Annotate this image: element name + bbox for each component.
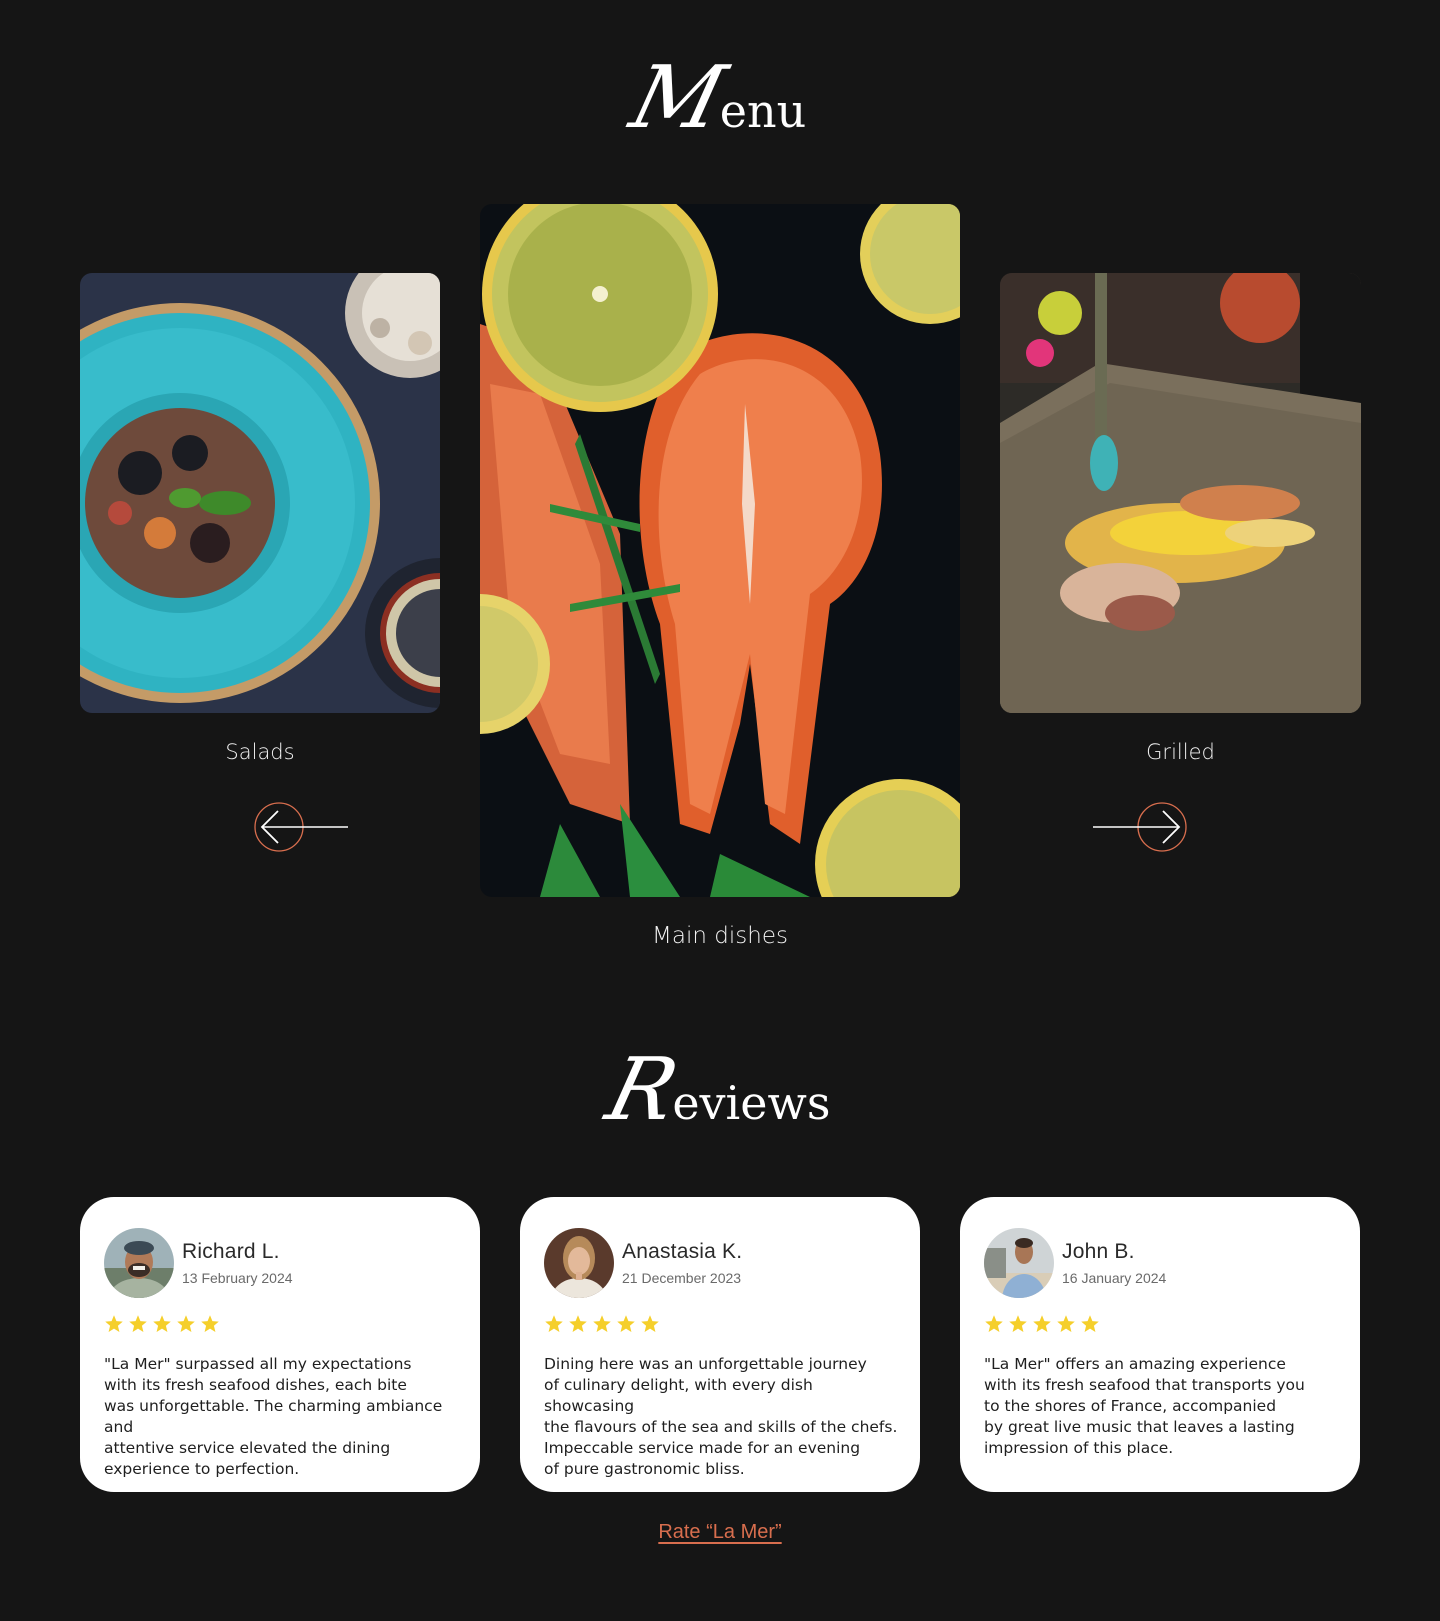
menu-photo-grilled[interactable] bbox=[1000, 273, 1361, 713]
reviewer-photo bbox=[544, 1228, 614, 1298]
carousel-prev-button[interactable] bbox=[252, 800, 350, 854]
menu-photo-salads[interactable] bbox=[80, 273, 440, 713]
rate-link-container: Rate “La Mer” bbox=[0, 1521, 1440, 1544]
star-icon bbox=[1009, 1315, 1027, 1332]
rating-stars bbox=[984, 1314, 1100, 1338]
carousel-next-button[interactable] bbox=[1091, 800, 1189, 854]
star-icon bbox=[569, 1315, 587, 1332]
menu-heading-rest: enu bbox=[719, 84, 807, 138]
star-icon bbox=[617, 1315, 635, 1332]
reviewer-name: Anastasia K. bbox=[622, 1240, 743, 1263]
avatar bbox=[544, 1228, 614, 1298]
review-text: "La Mer" offers an amazing experience wi… bbox=[984, 1355, 1305, 1457]
reviewer-photo bbox=[104, 1228, 174, 1298]
reviewer-name: John B. bbox=[1062, 1240, 1135, 1263]
menu-heading: Menu bbox=[0, 48, 1440, 148]
review-card: John B. 16 January 2024 "La Mer" offers … bbox=[960, 1197, 1360, 1492]
review-date: 13 February 2024 bbox=[182, 1270, 293, 1286]
menu-photo-main-dishes[interactable] bbox=[480, 204, 960, 897]
star-icon bbox=[1081, 1315, 1099, 1332]
review-date: 16 January 2024 bbox=[1062, 1270, 1167, 1286]
avatar bbox=[984, 1228, 1054, 1298]
review-card: Richard L. 13 February 2024 "La Mer" sur… bbox=[80, 1197, 480, 1492]
menu-caption-salads[interactable]: Salads bbox=[80, 740, 440, 764]
menu-caption-main-dishes[interactable]: Main dishes bbox=[480, 923, 960, 949]
rating-stars bbox=[544, 1314, 660, 1338]
reviewer-photo bbox=[984, 1228, 1054, 1298]
star-icon bbox=[201, 1315, 219, 1332]
star-icon bbox=[593, 1315, 611, 1332]
review-date: 21 December 2023 bbox=[622, 1270, 742, 1286]
avatar bbox=[104, 1228, 174, 1298]
grilled-image bbox=[1000, 273, 1361, 713]
menu-heading-initial: M bbox=[621, 48, 733, 148]
salads-image bbox=[80, 273, 440, 713]
rate-restaurant-link[interactable]: Rate “La Mer” bbox=[658, 1521, 781, 1543]
main-dishes-image bbox=[480, 204, 960, 897]
reviews-heading-rest: eviews bbox=[672, 1076, 831, 1130]
star-icon bbox=[153, 1315, 171, 1332]
reviews-heading: Reviews bbox=[0, 1040, 1440, 1140]
star-icon bbox=[105, 1315, 123, 1332]
star-icon bbox=[1057, 1315, 1075, 1332]
menu-caption-grilled[interactable]: Grilled bbox=[1000, 740, 1361, 764]
review-text: "La Mer" surpassed all my expectations w… bbox=[104, 1355, 443, 1478]
star-icon bbox=[1033, 1315, 1051, 1332]
arrow-right-icon bbox=[1093, 802, 1187, 852]
star-icon bbox=[641, 1315, 659, 1332]
arrow-left-icon bbox=[254, 802, 348, 852]
star-icon bbox=[545, 1315, 563, 1332]
star-icon bbox=[985, 1315, 1003, 1332]
review-text: Dining here was an unforgettable journey… bbox=[544, 1355, 898, 1478]
star-icon bbox=[177, 1315, 195, 1332]
review-card: Anastasia K. 21 December 2023 Dining her… bbox=[520, 1197, 920, 1492]
reviewer-name: Richard L. bbox=[182, 1240, 280, 1263]
star-icon bbox=[129, 1315, 147, 1332]
rating-stars bbox=[104, 1314, 220, 1338]
